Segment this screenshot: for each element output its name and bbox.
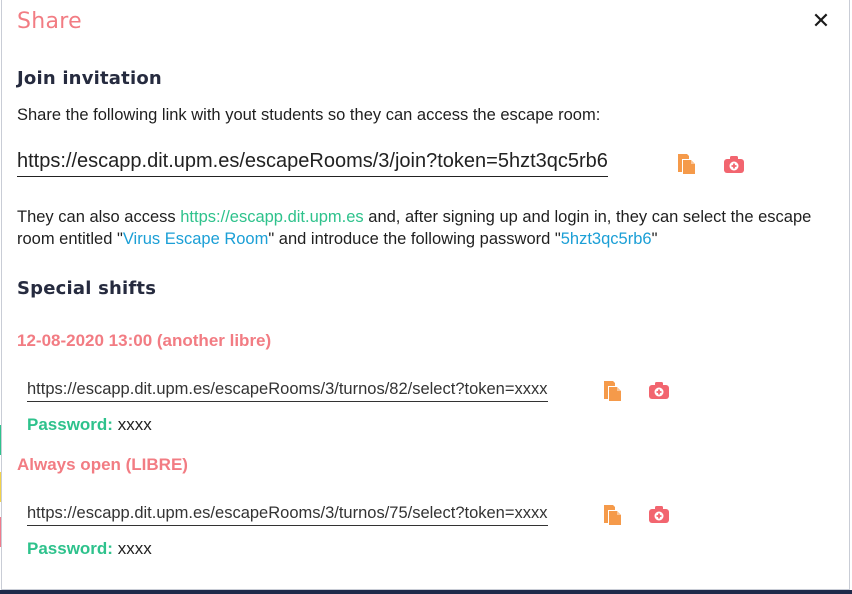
shift-title: Always open (LIBRE) [17, 455, 188, 474]
join-heading: Join invitation [17, 68, 162, 89]
shift-title: 12-08-2020 13:00 (another libre) [17, 331, 272, 350]
site-link[interactable]: https://escapp.dit.upm.es [180, 208, 363, 226]
shift-password: Password: xxxx [27, 539, 152, 558]
join-link[interactable]: https://escapp.dit.upm.es/escapeRooms/3/… [17, 150, 608, 177]
copy-icon[interactable] [675, 153, 697, 175]
copy-icon[interactable] [601, 380, 623, 402]
room-name: Virus Escape Room [122, 230, 269, 248]
shift-password: Password: xxxx [27, 415, 152, 434]
camera-icon[interactable] [723, 154, 745, 176]
camera-icon[interactable] [648, 504, 670, 526]
join-instructions: Share the following link with yout stude… [17, 106, 601, 124]
special-shifts-heading: Special shifts [17, 278, 157, 299]
close-icon[interactable]: ✕ [809, 9, 833, 33]
shift-link[interactable]: https://escapp.dit.upm.es/escapeRooms/3/… [27, 380, 548, 402]
room-password: 5hzt3qc5rb6 [560, 230, 652, 248]
copy-icon[interactable] [601, 504, 623, 526]
camera-icon[interactable] [648, 380, 670, 402]
share-modal: Share ✕ Join invitation Share the follow… [1, 0, 850, 590]
modal-title: Share [17, 9, 82, 34]
join-alternative: They can also access https://escapp.dit.… [17, 208, 812, 248]
shift-link[interactable]: https://escapp.dit.upm.es/escapeRooms/3/… [27, 504, 548, 526]
background-bar [0, 590, 852, 594]
